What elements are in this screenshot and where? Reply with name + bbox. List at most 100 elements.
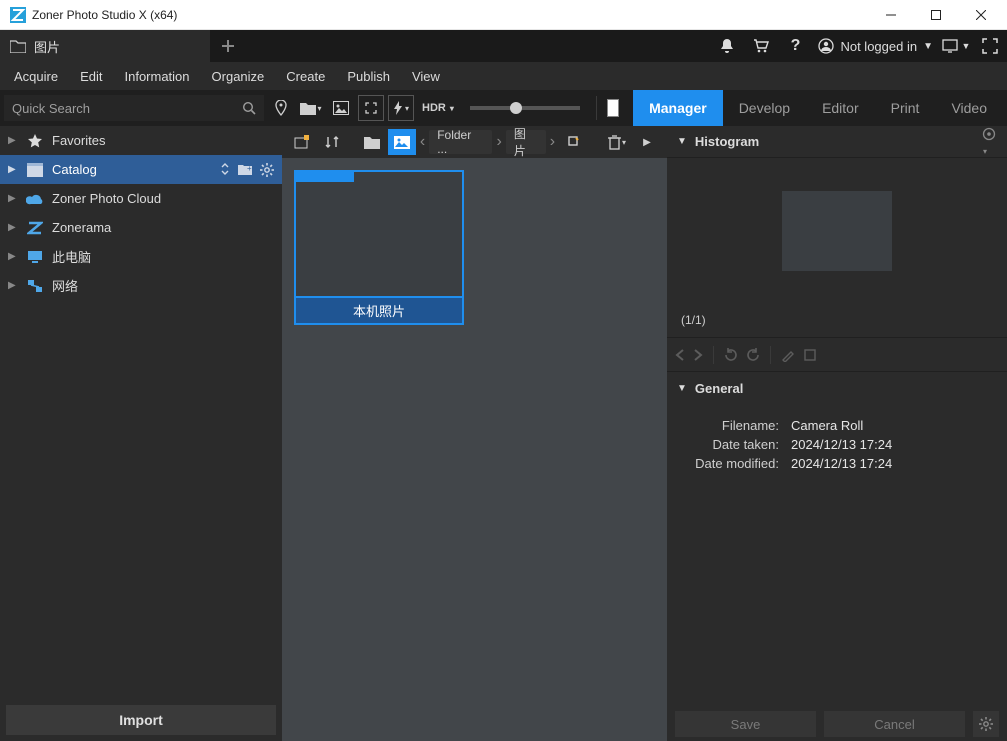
panel-settings-icon[interactable]: ▾ [981, 126, 997, 157]
center-pane: ‹ Folder ... › 图片 › ▾ ▶ 本机照片 [282, 126, 667, 741]
tool-1-icon[interactable] [781, 348, 795, 362]
sidebar-item-network[interactable]: ▶ 网络 [0, 271, 282, 300]
bottom-gear-icon[interactable] [973, 711, 999, 737]
help-icon[interactable]: ? [778, 30, 812, 62]
ctool-image-icon[interactable] [388, 129, 416, 155]
flash-tool-icon[interactable]: ▾ [388, 95, 414, 121]
meta-modified-value: 2024/12/13 17:24 [791, 456, 892, 471]
prev-icon[interactable] [675, 349, 685, 361]
expand-icon: ▶ [8, 222, 18, 233]
sidebar-item-cloud[interactable]: ▶ Zoner Photo Cloud [0, 184, 282, 213]
menu-information[interactable]: Information [114, 65, 199, 88]
close-button[interactable] [958, 0, 1003, 30]
meta-taken-key: Date taken: [681, 437, 791, 452]
histogram-count: (1/1) [667, 303, 1007, 337]
add-folder-icon[interactable]: + [238, 163, 252, 177]
menu-organize[interactable]: Organize [202, 65, 275, 88]
meta-filename-value: Camera Roll [791, 418, 863, 433]
save-button[interactable]: Save [675, 711, 816, 737]
cloud-icon [26, 193, 44, 205]
next-icon[interactable] [693, 349, 703, 361]
location-icon[interactable] [268, 95, 294, 121]
menu-edit[interactable]: Edit [70, 65, 112, 88]
sort-icon[interactable] [220, 163, 230, 177]
new-tab-button[interactable] [210, 30, 246, 62]
sidebar: ▶ Favorites ▶ Catalog + ▶ [0, 126, 282, 741]
ctool-select-icon[interactable] [288, 129, 316, 155]
mode-editor[interactable]: Editor [806, 90, 875, 126]
quick-search[interactable] [4, 95, 264, 121]
sidebar-item-zonerama[interactable]: ▶ Zonerama [0, 213, 282, 242]
menu-view[interactable]: View [402, 65, 450, 88]
meta-modified-key: Date modified: [681, 456, 791, 471]
rotate-left-icon[interactable] [724, 348, 738, 362]
zoom-slider[interactable] [470, 106, 580, 110]
center-toolbar: ‹ Folder ... › 图片 › ▾ ▶ [282, 126, 667, 158]
ctool-more-icon[interactable]: ▶ [633, 129, 661, 155]
expand-icon: ▶ [8, 251, 18, 262]
tool-2-icon[interactable] [803, 348, 817, 362]
sidebar-item-catalog[interactable]: ▶ Catalog + [0, 155, 282, 184]
nav-list: ▶ Favorites ▶ Catalog + ▶ [0, 126, 282, 699]
search-input[interactable] [12, 101, 242, 116]
mode-develop[interactable]: Develop [723, 90, 806, 126]
import-button[interactable]: Import [6, 705, 276, 735]
expand-icon: ▶ [8, 135, 18, 146]
sidebar-item-label: Zonerama [52, 220, 111, 235]
general-label: General [695, 381, 743, 396]
tab-pictures[interactable]: 图片 [0, 30, 210, 62]
sidebar-item-label: 网络 [52, 276, 78, 295]
sidebar-item-label: Zoner Photo Cloud [52, 191, 161, 206]
user-status[interactable]: Not logged in ▼ [812, 30, 939, 62]
folder-icon [10, 39, 26, 53]
ctool-folder-icon[interactable] [358, 129, 386, 155]
meta-taken-value: 2024/12/13 17:24 [791, 437, 892, 452]
rotate-right-icon[interactable] [746, 348, 760, 362]
ctool-trash-icon[interactable]: ▾ [603, 129, 631, 155]
thumbnail-area: 本机照片 [282, 158, 667, 741]
expand-tool-icon[interactable] [358, 95, 384, 121]
device-icon[interactable] [607, 99, 619, 117]
bell-icon[interactable] [710, 30, 744, 62]
menu-create[interactable]: Create [276, 65, 335, 88]
expand-icon: ▶ [8, 164, 18, 175]
sidebar-item-label: Catalog [52, 162, 97, 177]
menu-publish[interactable]: Publish [337, 65, 400, 88]
app-window: Zoner Photo Studio X (x64) 图片 ? Not logg… [0, 0, 1007, 741]
sidebar-item-favorites[interactable]: ▶ Favorites [0, 126, 282, 155]
mode-print[interactable]: Print [875, 90, 936, 126]
gear-icon[interactable] [260, 163, 274, 177]
mode-video[interactable]: Video [935, 90, 1003, 126]
ctool-sort-icon[interactable] [318, 129, 346, 155]
window-title: Zoner Photo Studio X (x64) [32, 8, 868, 22]
fullscreen-icon[interactable] [973, 30, 1007, 62]
display-icon[interactable]: ▼ [939, 30, 973, 62]
pc-icon [26, 250, 44, 264]
right-panel: ▼ Histogram ▾ (1/1) [667, 126, 1007, 741]
body: ▶ Favorites ▶ Catalog + ▶ [0, 126, 1007, 741]
histogram-area: (1/1) [667, 158, 1007, 338]
star-icon [26, 133, 44, 149]
mode-manager[interactable]: Manager [633, 90, 723, 126]
folder-tool-icon[interactable]: ▾ [298, 95, 324, 121]
slider-knob[interactable] [510, 102, 522, 114]
image-tool-icon[interactable] [328, 95, 354, 121]
histogram-preview [667, 158, 1007, 303]
cart-icon[interactable] [744, 30, 778, 62]
sidebar-item-this-pc[interactable]: ▶ 此电脑 [0, 242, 282, 271]
minimize-button[interactable] [868, 0, 913, 30]
breadcrumb-folder[interactable]: Folder ... [429, 130, 492, 154]
cancel-button[interactable]: Cancel [824, 711, 965, 737]
folder-thumbnail[interactable]: 本机照片 [294, 170, 464, 325]
metadata: Filename:Camera Roll Date taken:2024/12/… [667, 404, 1007, 485]
chevron-left-icon[interactable]: ‹ [418, 133, 427, 151]
hdr-button[interactable]: HDR▾ [418, 102, 458, 114]
ctool-pin-icon[interactable] [559, 129, 587, 155]
histogram-header[interactable]: ▼ Histogram ▾ [667, 126, 1007, 158]
network-icon [26, 279, 44, 293]
menu-acquire[interactable]: Acquire [4, 65, 68, 88]
general-header[interactable]: ▼ General [667, 372, 1007, 404]
maximize-button[interactable] [913, 0, 958, 30]
breadcrumb-pictures[interactable]: 图片 [506, 130, 546, 154]
chevron-right-icon: › [494, 133, 503, 151]
